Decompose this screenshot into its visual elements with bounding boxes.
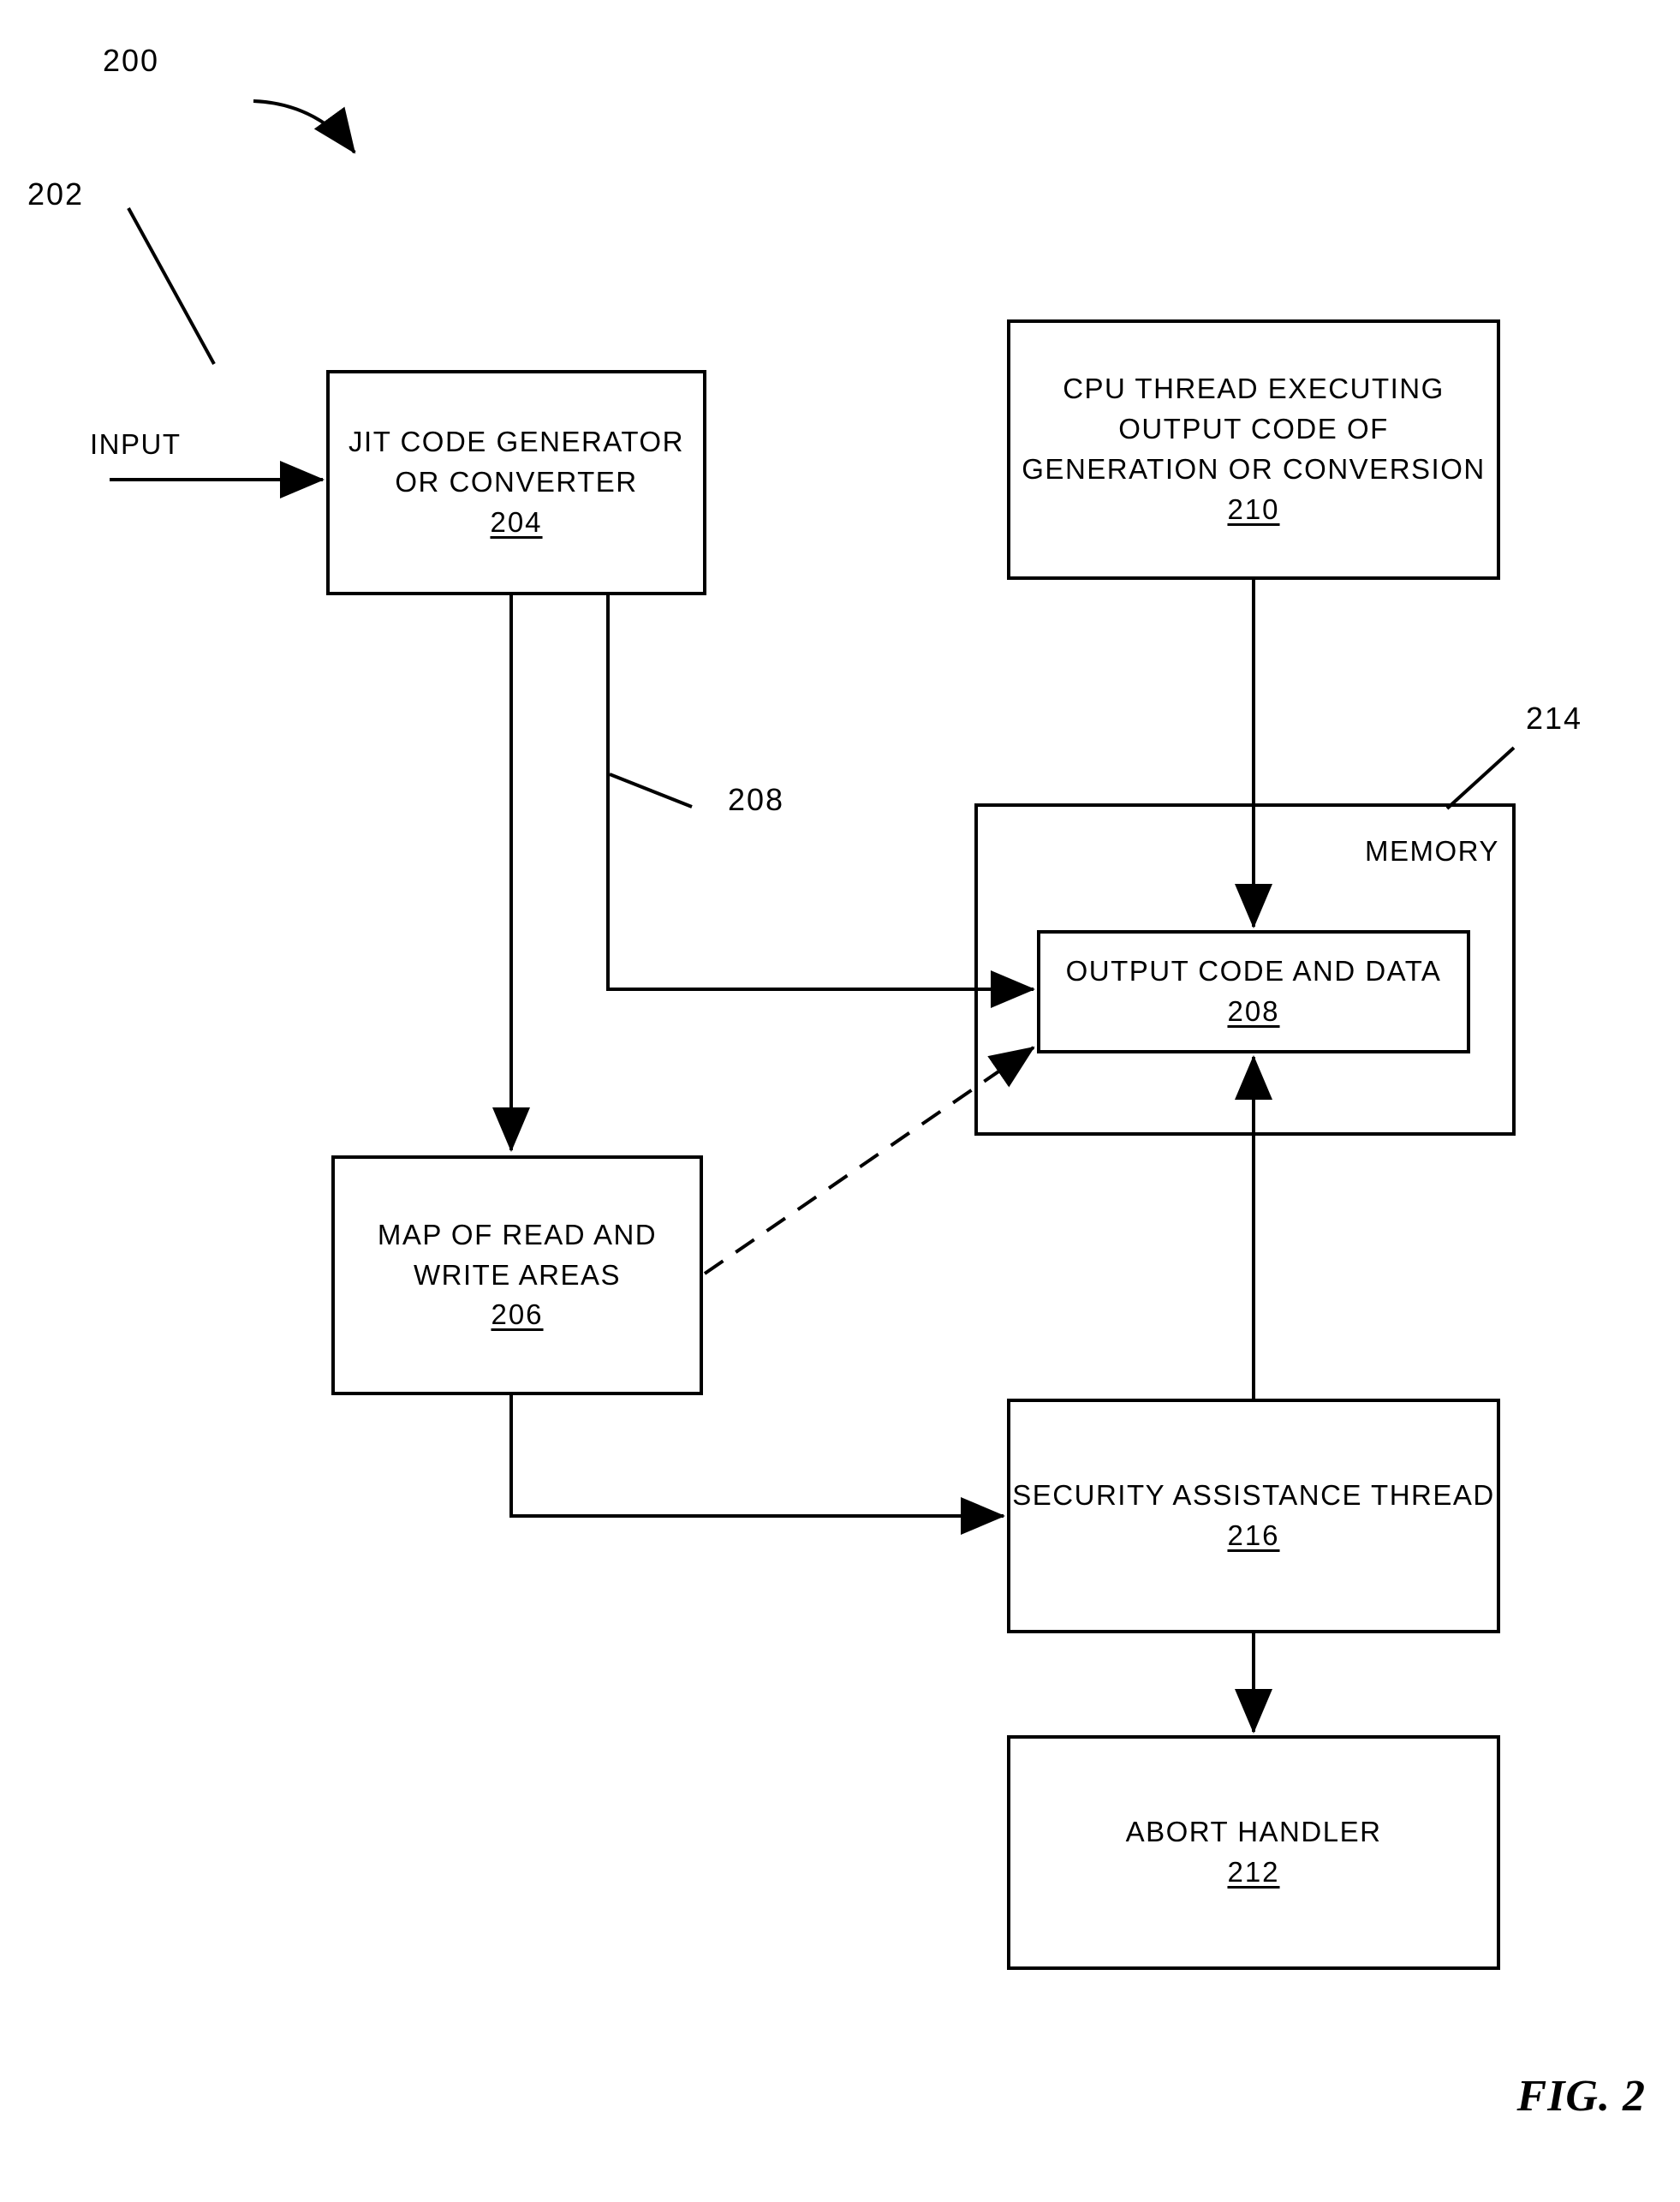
leader-line-208: [609, 773, 693, 809]
memory-label: MEMORY: [1365, 835, 1499, 867]
diagram-canvas: [110, 99, 1516, 1970]
input-label: INPUT: [90, 428, 182, 460]
cpu-thread-box: [1007, 319, 1500, 580]
security-assistance-thread-box: [1007, 1399, 1500, 1633]
link-ref-208: 208: [728, 782, 785, 817]
connector-jit-to-output-code: [606, 594, 1035, 1008]
leader-line-figure-200: [253, 99, 356, 154]
map-of-read-write-areas-box: [331, 1155, 703, 1395]
connector-map-to-output-code-dashed: [703, 1046, 1035, 1275]
memory-ref-214: 214: [1526, 701, 1583, 736]
figure-caption: FIG. 2: [1516, 2072, 1646, 2121]
abort-handler-box: [1007, 1735, 1500, 1970]
connector-map-to-security-thread: [509, 1393, 1005, 1535]
patent-figure-page: 200 202 INPUT JIT CODE GENERATOR OR CONV…: [0, 0, 1680, 2202]
output-code-and-data-box: [1037, 930, 1470, 1053]
input-ref-202: 202: [27, 176, 85, 212]
leader-line-input-202: [127, 207, 216, 365]
leader-line-memory-214: [1445, 746, 1516, 810]
figure-ref-200: 200: [103, 43, 160, 78]
jit-code-generator-box: [326, 370, 706, 595]
